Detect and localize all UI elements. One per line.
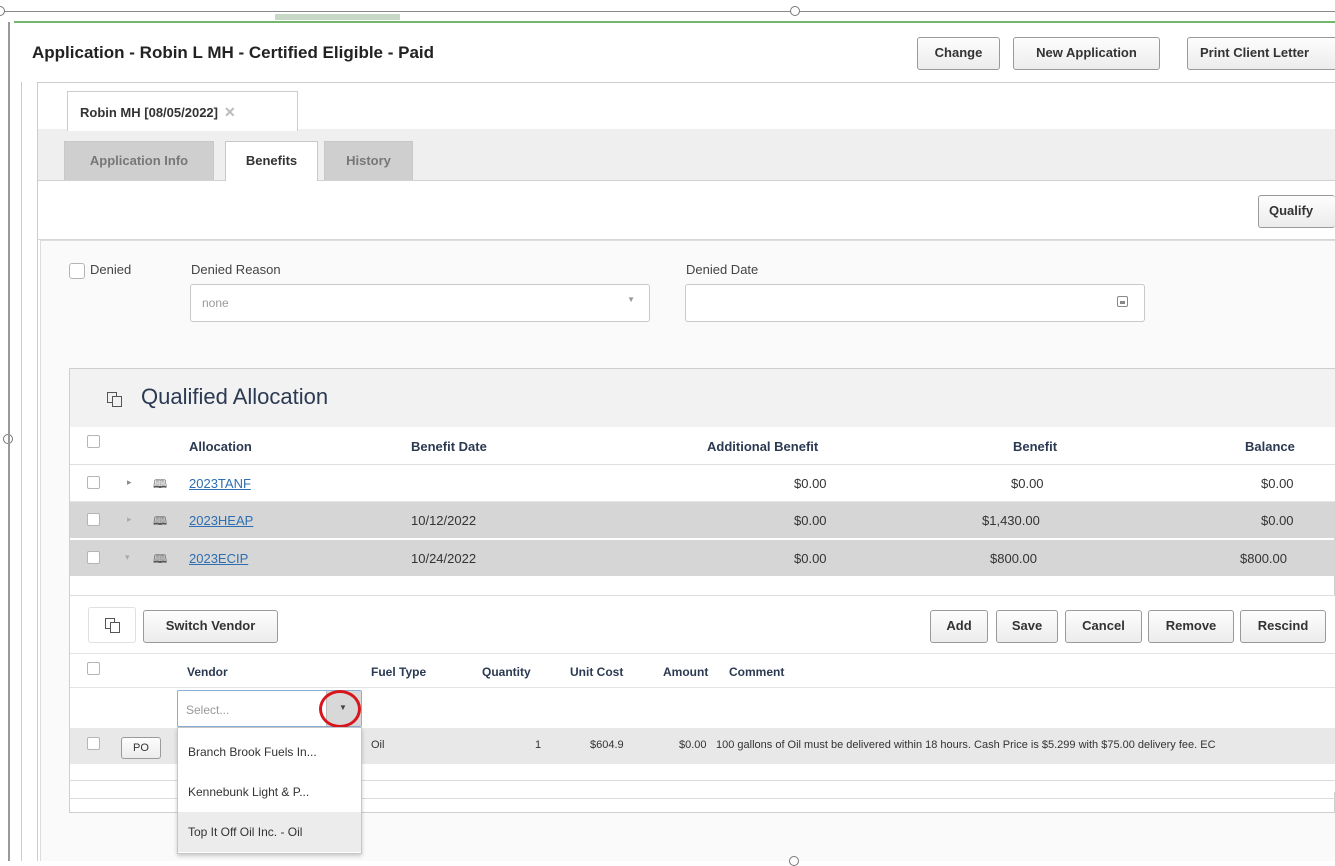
table-row[interactable] xyxy=(70,502,1335,538)
additional-benefit-cell: $0.00 xyxy=(794,513,827,528)
highlight-circle xyxy=(319,690,361,728)
additional-benefit-cell: $0.00 xyxy=(794,551,827,566)
column-header-comment[interactable]: Comment xyxy=(729,665,784,679)
qualify-button[interactable]: Qualify xyxy=(1258,195,1335,228)
benefit-date-cell: 10/24/2022 xyxy=(411,551,477,566)
column-header-benefit-date[interactable]: Benefit Date xyxy=(411,439,487,454)
vendor-row-checkbox[interactable] xyxy=(87,737,100,750)
chevron-right-icon[interactable]: ▸ xyxy=(127,514,132,525)
table-row[interactable] xyxy=(70,465,1335,502)
divider xyxy=(70,653,1335,654)
denied-reason-value: none xyxy=(202,296,229,310)
column-header-additional-benefit[interactable]: Additional Benefit xyxy=(707,439,818,454)
table-row[interactable] xyxy=(70,540,1335,576)
denied-label: Denied xyxy=(90,262,132,277)
calendar-icon[interactable] xyxy=(1117,296,1128,307)
document-tab[interactable]: Robin MH [08/05/2022] ✕ xyxy=(67,91,298,131)
column-header-amount[interactable]: Amount xyxy=(663,665,708,679)
switch-vendor-button[interactable]: Switch Vendor xyxy=(143,610,278,643)
vendor-panel-toggle[interactable] xyxy=(88,607,136,643)
allocation-link[interactable]: 2023TANF xyxy=(189,476,251,491)
balance-cell: $0.00 xyxy=(1261,513,1294,528)
resize-handle-bottom[interactable] xyxy=(789,856,799,866)
cancel-button[interactable]: Cancel xyxy=(1065,610,1142,643)
panel-icon[interactable] xyxy=(107,392,122,407)
change-button[interactable]: Change xyxy=(917,37,1000,70)
tab-history[interactable]: History xyxy=(324,141,413,180)
denied-reason-label: Denied Reason xyxy=(191,262,281,277)
add-button[interactable]: Add xyxy=(930,610,988,643)
page-title: Application - Robin L MH - Certified Eli… xyxy=(32,43,435,62)
save-button[interactable]: Save xyxy=(996,610,1058,643)
row-checkbox[interactable] xyxy=(87,476,100,489)
chevron-right-icon[interactable]: ▸ xyxy=(127,477,132,488)
select-all-checkbox[interactable] xyxy=(87,435,100,448)
row-checkbox[interactable] xyxy=(87,513,100,526)
book-icon: 🕮 xyxy=(153,477,168,491)
resize-handle-top[interactable] xyxy=(790,6,800,16)
quantity-cell: 1 xyxy=(535,739,542,751)
dropdown-option[interactable]: Top It Off Oil Inc. - Oil xyxy=(178,812,361,852)
denied-date-field[interactable] xyxy=(685,284,1145,322)
row-checkbox[interactable] xyxy=(87,551,100,564)
balance-cell: $0.00 xyxy=(1261,476,1294,491)
fuel-type-cell: Oil xyxy=(371,739,385,751)
benefit-cell: $800.00 xyxy=(990,551,1037,566)
allocation-header-row xyxy=(70,427,1335,465)
allocation-link[interactable]: 2023ECIP xyxy=(189,551,248,566)
column-header-balance[interactable]: Balance xyxy=(1245,439,1295,454)
tab-benefits[interactable]: Benefits xyxy=(225,141,318,181)
allocation-link[interactable]: 2023HEAP xyxy=(189,513,253,528)
top-accent-line xyxy=(14,21,1335,23)
vendor-dropdown-list: Branch Brook Fuels In... Kennebunk Light… xyxy=(177,727,362,854)
denied-date-label: Denied Date xyxy=(686,262,759,277)
document-tab-label: Robin MH [08/05/2022] xyxy=(80,105,218,120)
qualified-allocation-title: Qualified Allocation xyxy=(141,384,329,409)
tab-application-info[interactable]: Application Info xyxy=(64,141,214,180)
additional-benefit-cell: $0.00 xyxy=(794,476,827,491)
left-border xyxy=(8,22,10,861)
balance-cell: $800.00 xyxy=(1240,551,1287,566)
resize-handle-topleft[interactable] xyxy=(0,6,5,16)
column-header-fuel-type[interactable]: Fuel Type xyxy=(371,665,426,679)
column-header-vendor[interactable]: Vendor xyxy=(187,665,228,679)
po-button[interactable]: PO xyxy=(121,737,161,759)
vendor-select-placeholder: Select... xyxy=(186,703,230,717)
denied-checkbox[interactable] xyxy=(69,263,85,279)
panel-icon xyxy=(105,618,120,633)
vendor-select-all-checkbox[interactable] xyxy=(87,662,100,675)
left-inner-border xyxy=(21,82,22,861)
book-icon: 🕮 xyxy=(153,552,168,566)
chevron-down-icon: ▼ xyxy=(627,295,635,304)
divider xyxy=(70,687,1335,688)
benefit-cell: $1,430.00 xyxy=(982,513,1040,528)
remove-button[interactable]: Remove xyxy=(1148,610,1234,643)
rescind-button[interactable]: Rescind xyxy=(1240,610,1326,643)
comment-cell: 100 gallons of Oil must be delivered wit… xyxy=(716,739,1216,751)
denied-reason-select[interactable]: none ▼ xyxy=(190,284,650,322)
chevron-down-icon[interactable]: ▾ xyxy=(125,552,130,563)
column-header-unit-cost[interactable]: Unit Cost xyxy=(570,665,623,679)
benefits-toolbar xyxy=(38,181,1335,240)
unit-cost-cell: $604.9 xyxy=(590,739,624,751)
dropdown-option[interactable]: Branch Brook Fuels In... xyxy=(178,732,361,772)
column-header-allocation[interactable]: Allocation xyxy=(189,439,252,454)
top-divider xyxy=(0,11,1335,12)
new-application-button[interactable]: New Application xyxy=(1013,37,1160,70)
top-scroll-indicator xyxy=(275,14,400,20)
dropdown-option[interactable]: Kennebunk Light & P... xyxy=(178,772,361,812)
book-icon: 🕮 xyxy=(153,514,168,528)
print-client-letter-button[interactable]: Print Client Letter xyxy=(1187,37,1335,70)
benefit-date-cell: 10/12/2022 xyxy=(411,513,477,528)
column-header-quantity[interactable]: Quantity xyxy=(482,665,531,679)
benefit-cell: $0.00 xyxy=(1011,476,1044,491)
amount-cell: $0.00 xyxy=(679,739,707,751)
column-header-benefit[interactable]: Benefit xyxy=(1013,439,1057,454)
close-icon[interactable]: ✕ xyxy=(224,104,236,120)
